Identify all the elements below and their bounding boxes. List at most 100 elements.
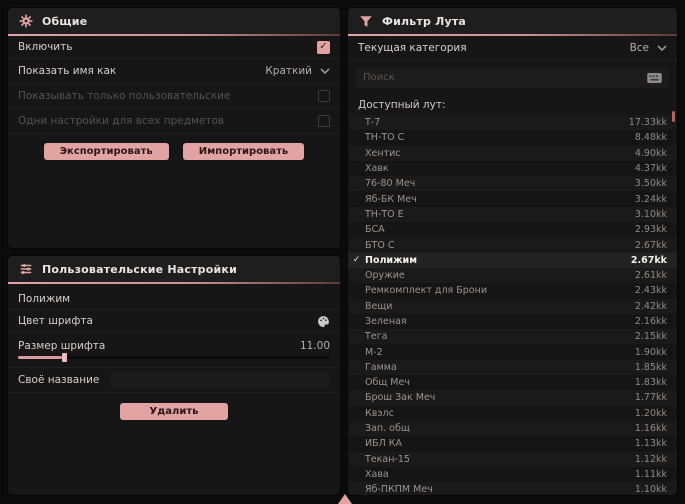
loot-item-row[interactable]: Хава 1.11kk: [348, 466, 677, 483]
loot-item-value: 2.67kk: [630, 254, 667, 266]
loot-item-row[interactable]: Брош Зак Меч 1.77kk: [348, 390, 677, 406]
filter-panel-header: Фильтр Лута: [348, 8, 677, 34]
loot-item-name: Гамма: [365, 361, 397, 373]
loot-item-value: 1.12kk: [634, 453, 667, 465]
loot-item-value: 1.16kk: [634, 423, 667, 435]
loot-item-row[interactable]: Ремкомплект для Брони 2.43kk: [348, 283, 677, 299]
loot-item-row[interactable]: Квэлс 1.20kk: [348, 405, 677, 421]
show-name-as-label: Показать имя как: [18, 65, 117, 77]
loot-item-row[interactable]: 76-80 Меч 3.50kk: [348, 176, 677, 192]
loot-item-row[interactable]: Зеленая 2.16kk: [348, 313, 677, 330]
loot-item-row[interactable]: Зап. общ 1.16kk: [348, 420, 677, 437]
loot-item-value: 2.67kk: [634, 239, 667, 251]
font-color-label: Цвет шрифта: [18, 315, 93, 327]
loot-item-value: 3.10kk: [634, 208, 667, 220]
loot-item-value: 3.24kk: [634, 193, 667, 205]
custom-panel-title: Пользовательские Настройки: [42, 262, 237, 276]
loot-item-value: 2.15kk: [634, 331, 667, 343]
loot-item-value: 1.85kk: [634, 361, 667, 373]
category-value: Все: [629, 42, 649, 54]
palette-icon[interactable]: [317, 315, 330, 328]
loot-item-row[interactable]: М-2 1.90kk: [348, 344, 677, 360]
loot-item-row[interactable]: ИБЛ КА 1.13kk: [348, 436, 677, 452]
search-box: [356, 67, 669, 88]
loot-item-name: ТН-ТО С: [365, 132, 405, 144]
selected-item-row: Полижим: [8, 284, 340, 310]
loot-item-value: 4.37kk: [634, 163, 667, 175]
general-buttons-row: Экспортировать Импортировать: [8, 134, 340, 160]
font-color-row: Цвет шрифта: [8, 310, 340, 333]
loot-list-scrollbar-thumb[interactable]: [672, 111, 675, 122]
font-size-slider-handle[interactable]: [61, 353, 67, 362]
show-name-as-value: Краткий: [265, 65, 312, 77]
filter-panel-title: Фильтр Лута: [382, 14, 467, 28]
enable-checkbox[interactable]: ✓: [317, 40, 330, 54]
loot-item-value: 2.43kk: [634, 285, 667, 297]
custom-panel-header: Пользовательские Настройки: [8, 256, 340, 282]
loot-item-name: Т-7: [365, 117, 381, 129]
loot-item-name: Общ Меч: [365, 377, 410, 389]
loot-item-row[interactable]: Хентис 4.90kk: [348, 145, 677, 161]
loot-item-row[interactable]: Гамма 1.85kk: [348, 359, 677, 376]
selected-item-name: Полижим: [18, 292, 71, 305]
only-custom-row: Показывать только пользовательские: [8, 84, 340, 109]
loot-item-row[interactable]: БСА 2.93kk: [348, 222, 677, 238]
loot-item-row[interactable]: ТН-ТО С 8.48kk: [348, 130, 677, 146]
loot-item-value: 8.48kk: [634, 132, 667, 144]
loot-item-row[interactable]: Текан-15 1.12kk: [348, 451, 677, 467]
general-panel-header: Общие: [8, 8, 340, 34]
font-size-label: Размер шрифта: [18, 339, 106, 352]
font-size-row: Размер шрифта 11.00: [8, 333, 340, 353]
export-button[interactable]: Экспортировать: [43, 143, 169, 160]
loot-item-name: Зап. общ: [365, 423, 410, 435]
loot-item-name: Хентис: [365, 147, 401, 159]
loot-item-value: 1.20kk: [634, 407, 667, 419]
keyboard-icon[interactable]: [647, 72, 662, 83]
loot-item-value: 1.83kk: [634, 377, 667, 389]
font-size-slider-block: [8, 353, 340, 368]
category-dropdown[interactable]: Все: [630, 42, 667, 54]
delete-button[interactable]: Удалить: [119, 403, 229, 420]
check-icon: ✓: [352, 255, 361, 266]
loot-item-row[interactable]: ТН-ТО Е 3.10kk: [348, 206, 677, 223]
custom-settings-panel: Пользовательские Настройки Полижим Цвет …: [8, 256, 340, 495]
custom-name-row: Своё название: [8, 368, 340, 393]
loot-item-row[interactable]: Яб-ПКПМ Меч 1.10kk: [348, 482, 677, 495]
sliders-icon: [19, 262, 33, 276]
loot-item-value: 2.61kk: [634, 270, 667, 282]
same-settings-checkbox[interactable]: [318, 115, 330, 127]
loot-filter-panel: Фильтр Лута Текущая категория Все Доступ…: [348, 8, 677, 495]
loot-item-value: 17.33kk: [628, 117, 667, 129]
funnel-icon: [359, 15, 373, 28]
same-settings-row: Одни настройки для всех предметов: [8, 109, 340, 134]
loot-item-row[interactable]: Хавк 4.37kk: [348, 160, 677, 177]
loot-item-value: 1.90kk: [634, 346, 667, 358]
loot-item-name: Текан-15: [365, 453, 410, 465]
import-button[interactable]: Импортировать: [182, 143, 305, 160]
enable-row: Включить ✓: [8, 36, 340, 59]
loot-item-row[interactable]: БТО С 2.67kk: [348, 237, 677, 253]
loot-item-value: 2.16kk: [634, 316, 667, 327]
chevron-down-icon: [320, 68, 330, 74]
loot-item-row[interactable]: Вещи 2.42kk: [348, 298, 677, 314]
general-panel-title: Общие: [42, 14, 88, 28]
font-size-slider-track[interactable]: [18, 353, 330, 362]
enable-label: Включить: [18, 41, 73, 53]
loot-item-row[interactable]: Яб-БК Меч 3.24kk: [348, 191, 677, 207]
loot-item-row[interactable]: Т-7 17.33kk: [348, 115, 677, 131]
loot-item-row[interactable]: ✓ Полижим 2.67kk: [348, 252, 677, 268]
loot-item-name: Вещи: [365, 300, 393, 312]
font-size-value: 11.00: [299, 339, 330, 352]
scroll-down-indicator: [338, 494, 352, 504]
show-name-as-dropdown[interactable]: Краткий: [265, 65, 330, 77]
custom-name-input[interactable]: [111, 371, 330, 389]
loot-item-value: 3.50kk: [634, 178, 667, 190]
loot-item-row[interactable]: Оружие 2.61kk: [348, 267, 677, 284]
loot-item-row[interactable]: Тега 2.15kk: [348, 329, 677, 345]
loot-item-row[interactable]: Общ Меч 1.83kk: [348, 375, 677, 391]
loot-item-value: 1.10kk: [634, 484, 667, 495]
loot-item-value: 4.90kk: [634, 147, 667, 159]
loot-item-name: Квэлс: [365, 407, 394, 419]
only-custom-checkbox[interactable]: [318, 90, 330, 102]
search-input[interactable]: [363, 72, 641, 83]
